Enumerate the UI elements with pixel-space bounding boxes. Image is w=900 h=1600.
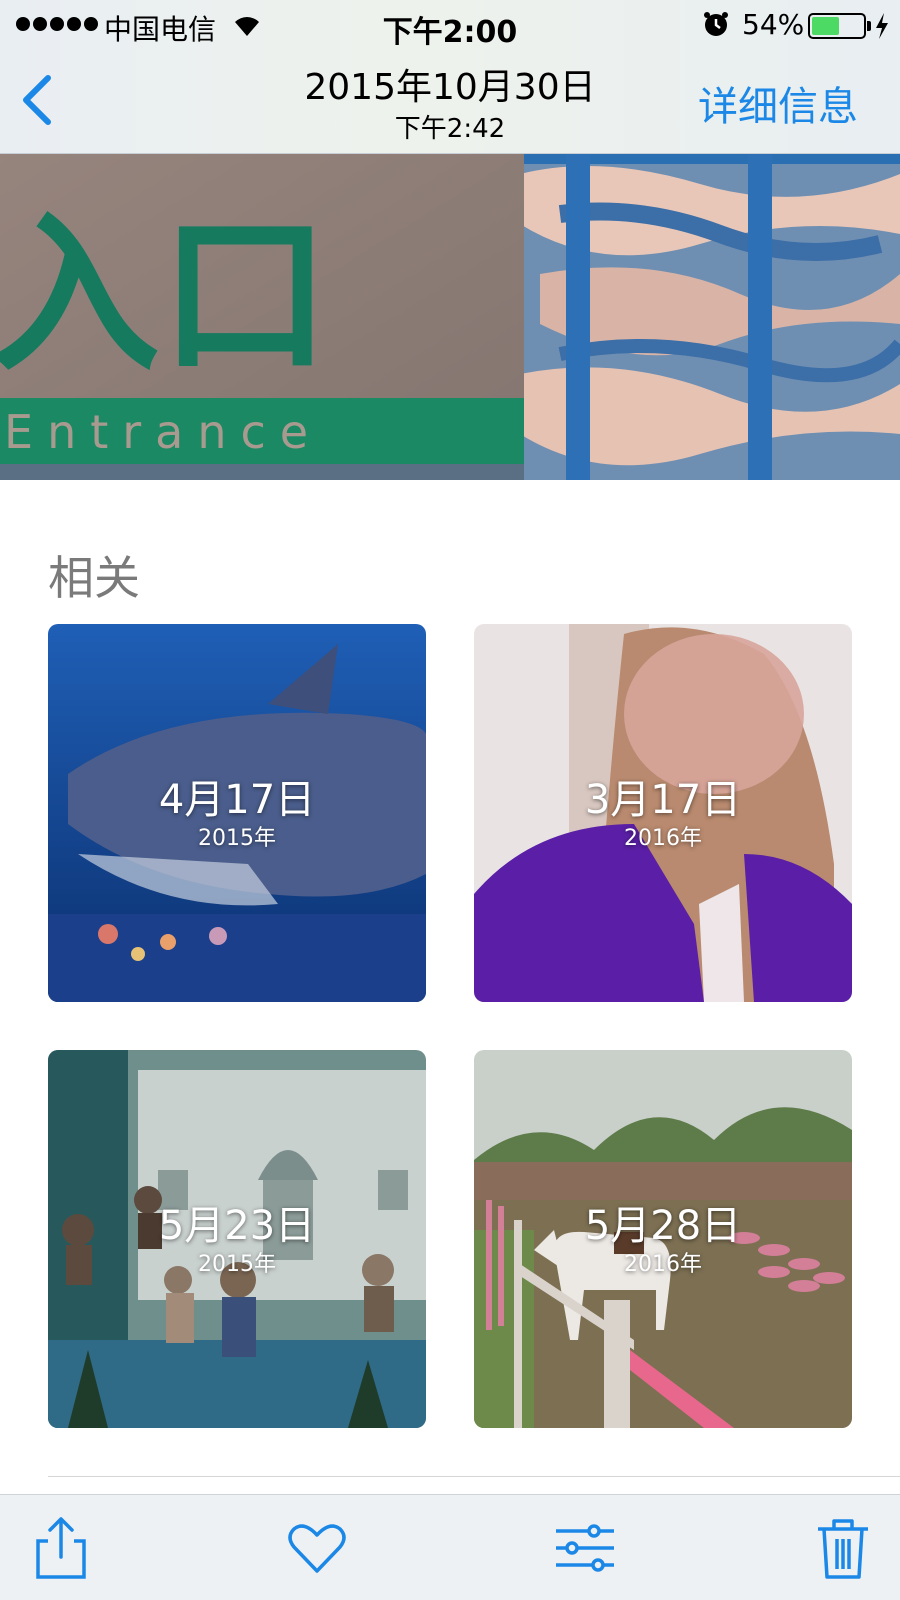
memory-date: 3月17日 — [584, 777, 742, 823]
related-memory-tile[interactable]: 5月23日 2015年 — [48, 1050, 426, 1428]
sign-characters: 入口 — [0, 197, 330, 395]
sliders-icon[interactable] — [550, 1513, 620, 1583]
memory-date: 5月23日 — [158, 1203, 316, 1249]
charging-icon — [876, 13, 888, 39]
main-photo-image: 入口 Entrance — [0, 154, 900, 480]
battery-percent: 54% — [742, 8, 805, 41]
navigation-bar: 2015年10月30日 下午2:42 详细信息 — [0, 50, 900, 154]
memory-caption: 3月17日 2016年 — [474, 776, 852, 854]
trash-icon[interactable] — [808, 1513, 878, 1583]
memory-caption: 5月28日 2016年 — [474, 1202, 852, 1280]
battery-cap — [867, 21, 871, 31]
related-heading: 相关 — [48, 551, 140, 605]
memory-caption: 5月23日 2015年 — [48, 1202, 426, 1280]
status-bar: 中国电信 下午2:00 54% — [0, 0, 900, 50]
memory-caption: 4月17日 2015年 — [48, 776, 426, 854]
memory-year: 2015年 — [198, 826, 276, 851]
top-bar: 中国电信 下午2:00 54% 2015年10月30日 下午2:42 详细信息 — [0, 0, 900, 154]
memory-year: 2016年 — [624, 1252, 702, 1277]
related-memory-tile[interactable]: 5月28日 2016年 — [474, 1050, 852, 1428]
memory-date: 4月17日 — [158, 777, 316, 823]
memory-year: 2015年 — [198, 1252, 276, 1277]
memory-date: 5月28日 — [584, 1203, 742, 1249]
heart-icon[interactable] — [282, 1513, 352, 1583]
main-photo[interactable]: 入口 Entrance — [0, 154, 900, 480]
alarm-icon — [704, 12, 728, 36]
bottom-toolbar — [0, 1494, 900, 1600]
related-memory-tile[interactable]: 4月17日 2015年 — [48, 624, 426, 1002]
share-icon[interactable] — [26, 1513, 96, 1583]
section-divider — [48, 1476, 900, 1477]
memory-year: 2016年 — [624, 826, 702, 851]
related-memory-tile[interactable]: 3月17日 2016年 — [474, 624, 852, 1002]
battery-icon — [808, 13, 866, 39]
sign-caption: Entrance — [4, 405, 322, 459]
details-button[interactable]: 详细信息 — [698, 74, 858, 132]
